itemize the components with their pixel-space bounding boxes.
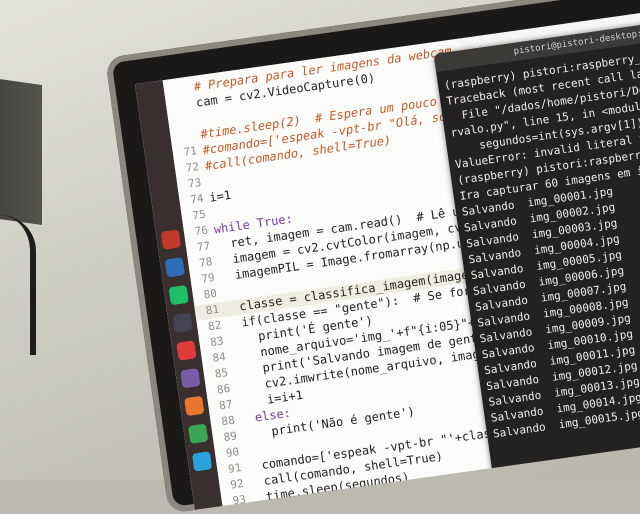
- line-number: 80: [202, 286, 218, 302]
- firefox-icon[interactable]: [184, 395, 205, 417]
- pycharm-icon[interactable]: [168, 284, 189, 306]
- line-number: 86: [216, 381, 232, 397]
- monitor: # Prepara para ler imagens da webcam cam …: [105, 0, 640, 514]
- line-number: 83: [209, 334, 225, 350]
- line-number: 72: [184, 160, 200, 175]
- terminal-icon[interactable]: [160, 229, 182, 250]
- chrome-icon[interactable]: [188, 423, 209, 444]
- screen: # Prepara para ler imagens da webcam cam …: [134, 0, 640, 510]
- line-number: 73: [187, 175, 203, 191]
- line-number: 79: [200, 270, 216, 286]
- line-number: 77: [196, 239, 212, 254]
- image-icon[interactable]: [180, 368, 201, 389]
- line-number: 87: [218, 397, 234, 413]
- line-number: 91: [227, 461, 243, 476]
- python-icon[interactable]: [164, 257, 185, 278]
- line-number: 89: [222, 429, 238, 445]
- rocket-icon[interactable]: [172, 312, 193, 333]
- line-number: [168, 113, 192, 116]
- line-number: 82: [207, 318, 223, 334]
- line-number: 78: [198, 255, 214, 270]
- line-number: 74: [189, 191, 205, 207]
- line-number: 76: [193, 223, 209, 239]
- line-number: 85: [213, 366, 229, 381]
- line-number: 93: [231, 492, 247, 508]
- line-number: 71: [182, 144, 198, 159]
- photo-scene: # Prepara para ler imagens da webcam cam …: [0, 0, 640, 514]
- line-number: 92: [229, 476, 245, 492]
- telegram-icon[interactable]: [191, 451, 213, 472]
- code-line: i=1: [208, 187, 232, 205]
- line-number: 88: [220, 413, 236, 429]
- line-number: 90: [225, 445, 240, 460]
- line-number: 84: [211, 350, 227, 365]
- line-number: 75: [191, 207, 207, 223]
- line-number: [170, 128, 194, 131]
- app-icon[interactable]: [176, 340, 197, 361]
- line-number: [165, 97, 189, 100]
- line-number: [163, 81, 187, 84]
